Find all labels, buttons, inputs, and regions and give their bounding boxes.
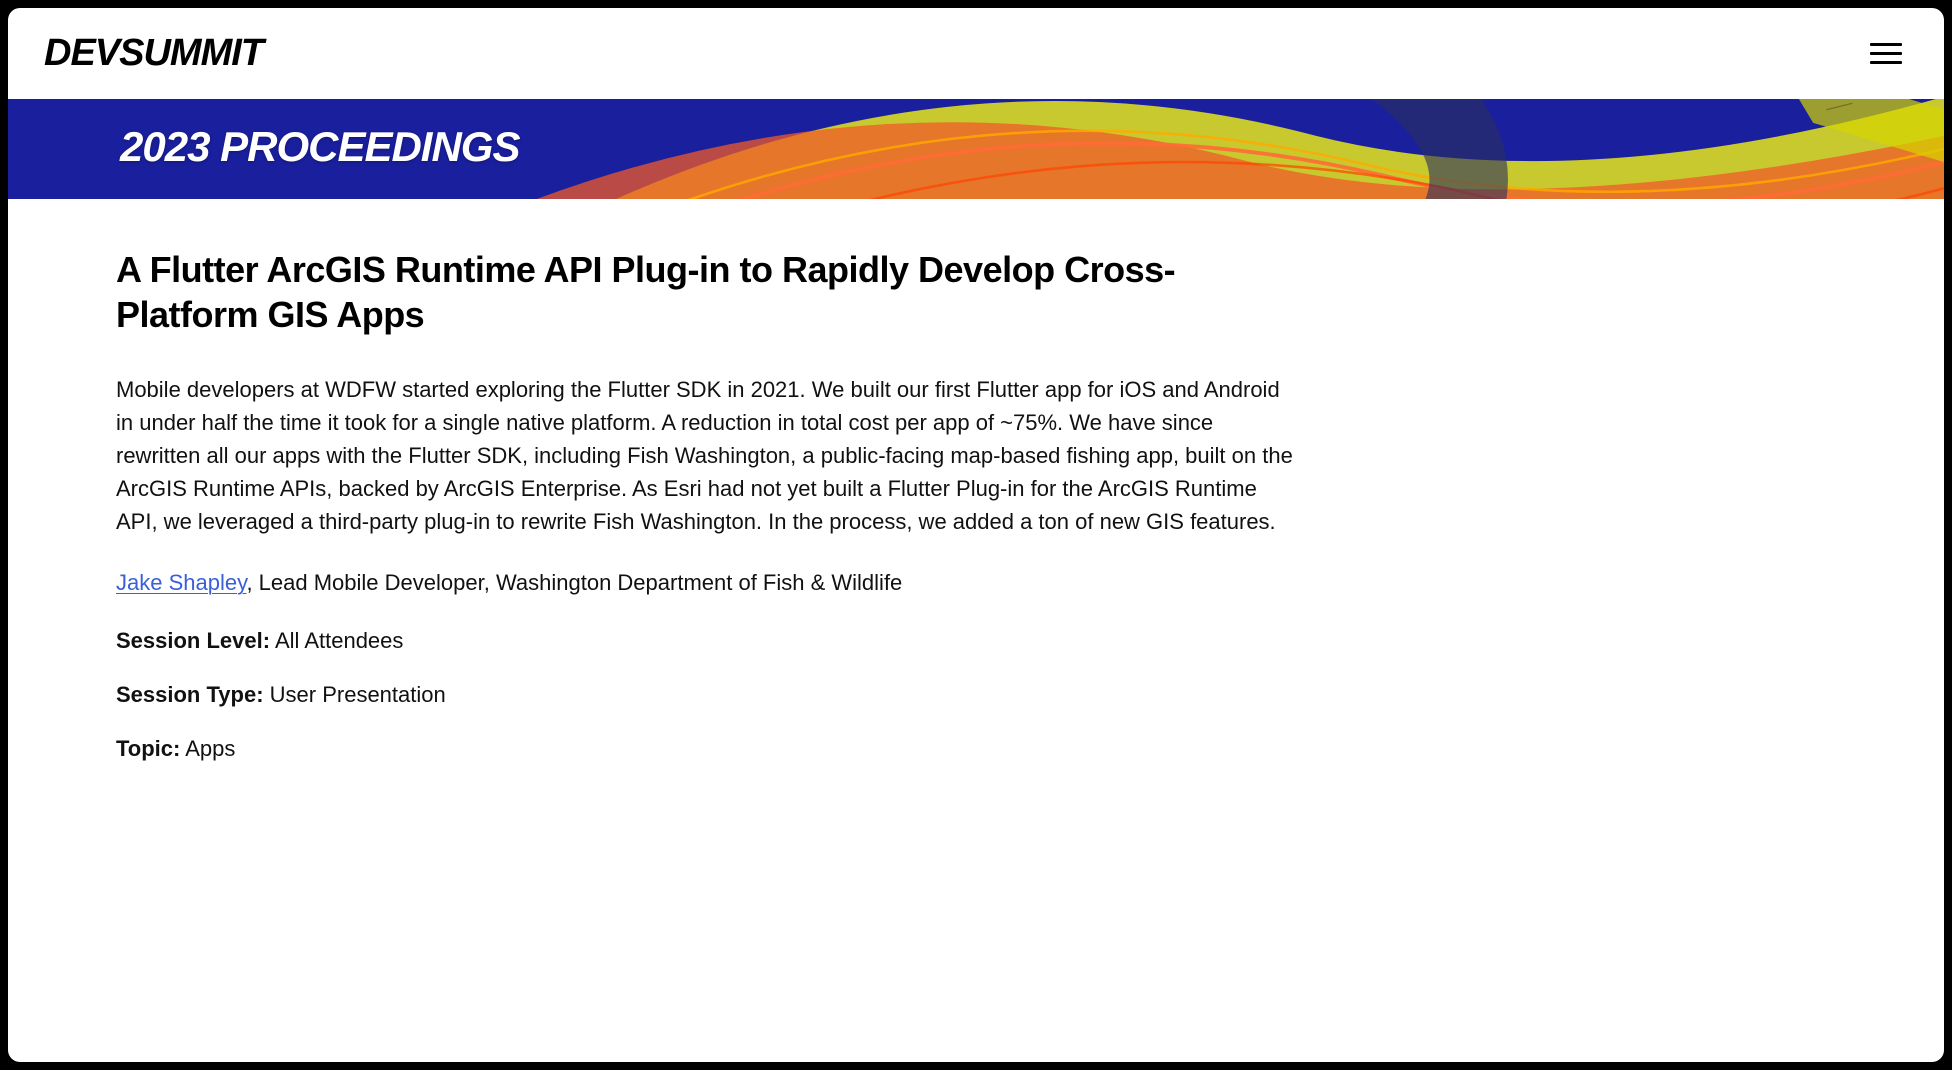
session-type-label: Session Type: (116, 682, 264, 707)
session-type-value: User Presentation (264, 682, 446, 707)
logo[interactable]: DEVSUMMIT (44, 32, 263, 75)
page-title: A Flutter ArcGIS Runtime API Plug-in to … (116, 247, 1300, 337)
session-level-value: All Attendees (270, 628, 403, 653)
author-line: Jake Shapley, Lead Mobile Developer, Was… (116, 570, 1300, 596)
topic: Topic: Apps (116, 736, 1300, 762)
author-link[interactable]: Jake Shapley (116, 570, 246, 595)
session-level: Session Level: All Attendees (116, 628, 1300, 654)
banner: 2023 PROCEEDINGS (8, 99, 1944, 199)
session-level-label: Session Level: (116, 628, 270, 653)
hamburger-menu-icon[interactable] (1864, 37, 1908, 70)
description: Mobile developers at WDFW started explor… (116, 373, 1300, 538)
main-content: A Flutter ArcGIS Runtime API Plug-in to … (8, 199, 1408, 822)
topic-label: Topic: (116, 736, 180, 761)
topic-value: Apps (180, 736, 235, 761)
author-role: , Lead Mobile Developer, Washington Depa… (246, 570, 902, 595)
session-type: Session Type: User Presentation (116, 682, 1300, 708)
header: DEVSUMMIT (8, 8, 1944, 99)
banner-title: 2023 PROCEEDINGS (8, 99, 1944, 171)
